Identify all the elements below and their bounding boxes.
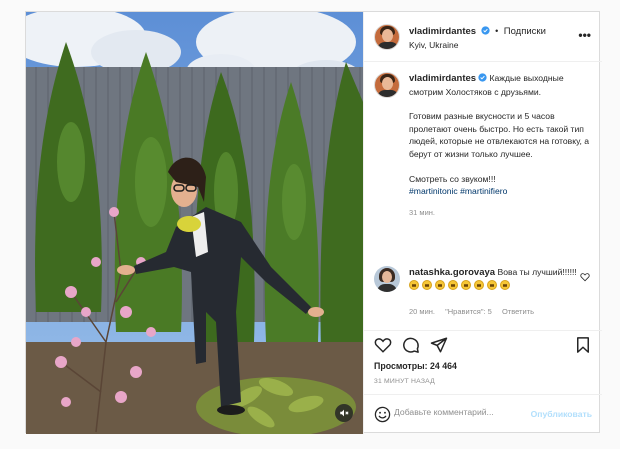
post-video[interactable] xyxy=(26,12,363,434)
commenter-username[interactable]: natashka.gorovaya xyxy=(409,267,495,278)
comment-text-block: natashka.gorovaya Вова ты лучший!!!!!! xyxy=(409,266,584,292)
author-username[interactable]: vladimirdantes xyxy=(409,26,476,37)
views-count[interactable]: Просмотры: 24 464 xyxy=(374,361,457,371)
action-bar xyxy=(364,336,602,356)
emoji-row xyxy=(409,279,513,291)
caption-text-block: vladimirdantes Каждые выходные смотрим Х… xyxy=(409,72,594,219)
following-button[interactable]: Подписки xyxy=(504,26,546,37)
smiley-icon[interactable] xyxy=(374,406,391,423)
caption-line-3: Смотреть со звуком!!! xyxy=(409,173,496,184)
heart-icon[interactable] xyxy=(374,336,392,354)
comment-input[interactable] xyxy=(394,407,534,417)
separator-dot: • xyxy=(495,26,499,36)
sad-face-emoji-icon xyxy=(409,279,419,290)
caption-username[interactable]: vladimirdantes xyxy=(409,73,476,84)
comment-likes[interactable]: "Нравится": 5 xyxy=(445,307,492,316)
author-avatar[interactable] xyxy=(374,24,400,50)
comment-time[interactable]: 20 мин. xyxy=(409,307,435,316)
verified-badge-icon xyxy=(478,73,487,82)
verified-badge-icon xyxy=(480,26,490,35)
post-location[interactable]: Kyiv, Ukraine xyxy=(409,40,458,50)
reply-button[interactable]: Ответить xyxy=(502,307,534,316)
hashtag-link[interactable]: #martinitonic xyxy=(409,186,458,196)
comment-icon[interactable] xyxy=(402,336,420,354)
share-icon[interactable] xyxy=(430,336,448,354)
add-comment-bar: Опубликовать xyxy=(364,394,602,434)
sad-face-emoji-icon xyxy=(448,279,458,290)
heart-icon[interactable] xyxy=(580,272,590,282)
publish-button[interactable]: Опубликовать xyxy=(531,409,592,419)
commenter-avatar[interactable] xyxy=(374,266,400,292)
sad-face-emoji-icon xyxy=(422,279,432,290)
hashtag-link[interactable]: #martinifiero xyxy=(460,186,507,196)
caption-line-2: Готовим разные вкусности и 5 часов проле… xyxy=(409,111,590,159)
mute-button[interactable] xyxy=(335,404,353,422)
post-timestamp[interactable]: 31 МИНУТ НАЗАД xyxy=(374,378,435,385)
sad-face-emoji-icon xyxy=(474,279,484,290)
caption-time[interactable]: 31 мин. xyxy=(409,207,594,220)
caption-author-avatar[interactable] xyxy=(374,72,400,98)
sad-face-emoji-icon xyxy=(461,279,471,290)
bookmark-icon[interactable] xyxy=(574,336,592,354)
instagram-post: vladimirdantes • Подписки Kyiv, Ukraine … xyxy=(25,11,602,434)
comment-text: Вова ты лучший!!!!!! xyxy=(497,267,577,277)
more-options-button[interactable]: ••• xyxy=(578,28,591,42)
sad-face-emoji-icon xyxy=(487,279,497,290)
actions-divider xyxy=(364,330,602,331)
sad-face-emoji-icon xyxy=(500,279,510,290)
speaker-muted-icon xyxy=(340,409,349,417)
video-frame-illustration xyxy=(26,12,363,434)
author-line: vladimirdantes • Подписки xyxy=(409,26,546,37)
more-dots-icon: ••• xyxy=(578,28,591,42)
sad-face-emoji-icon xyxy=(435,279,445,290)
post-details-panel: vladimirdantes • Подписки Kyiv, Ukraine … xyxy=(363,12,602,434)
comment-meta: 20 мин. "Нравится": 5 Ответить xyxy=(409,307,542,316)
post-header: vladimirdantes • Подписки Kyiv, Ukraine … xyxy=(364,12,602,62)
